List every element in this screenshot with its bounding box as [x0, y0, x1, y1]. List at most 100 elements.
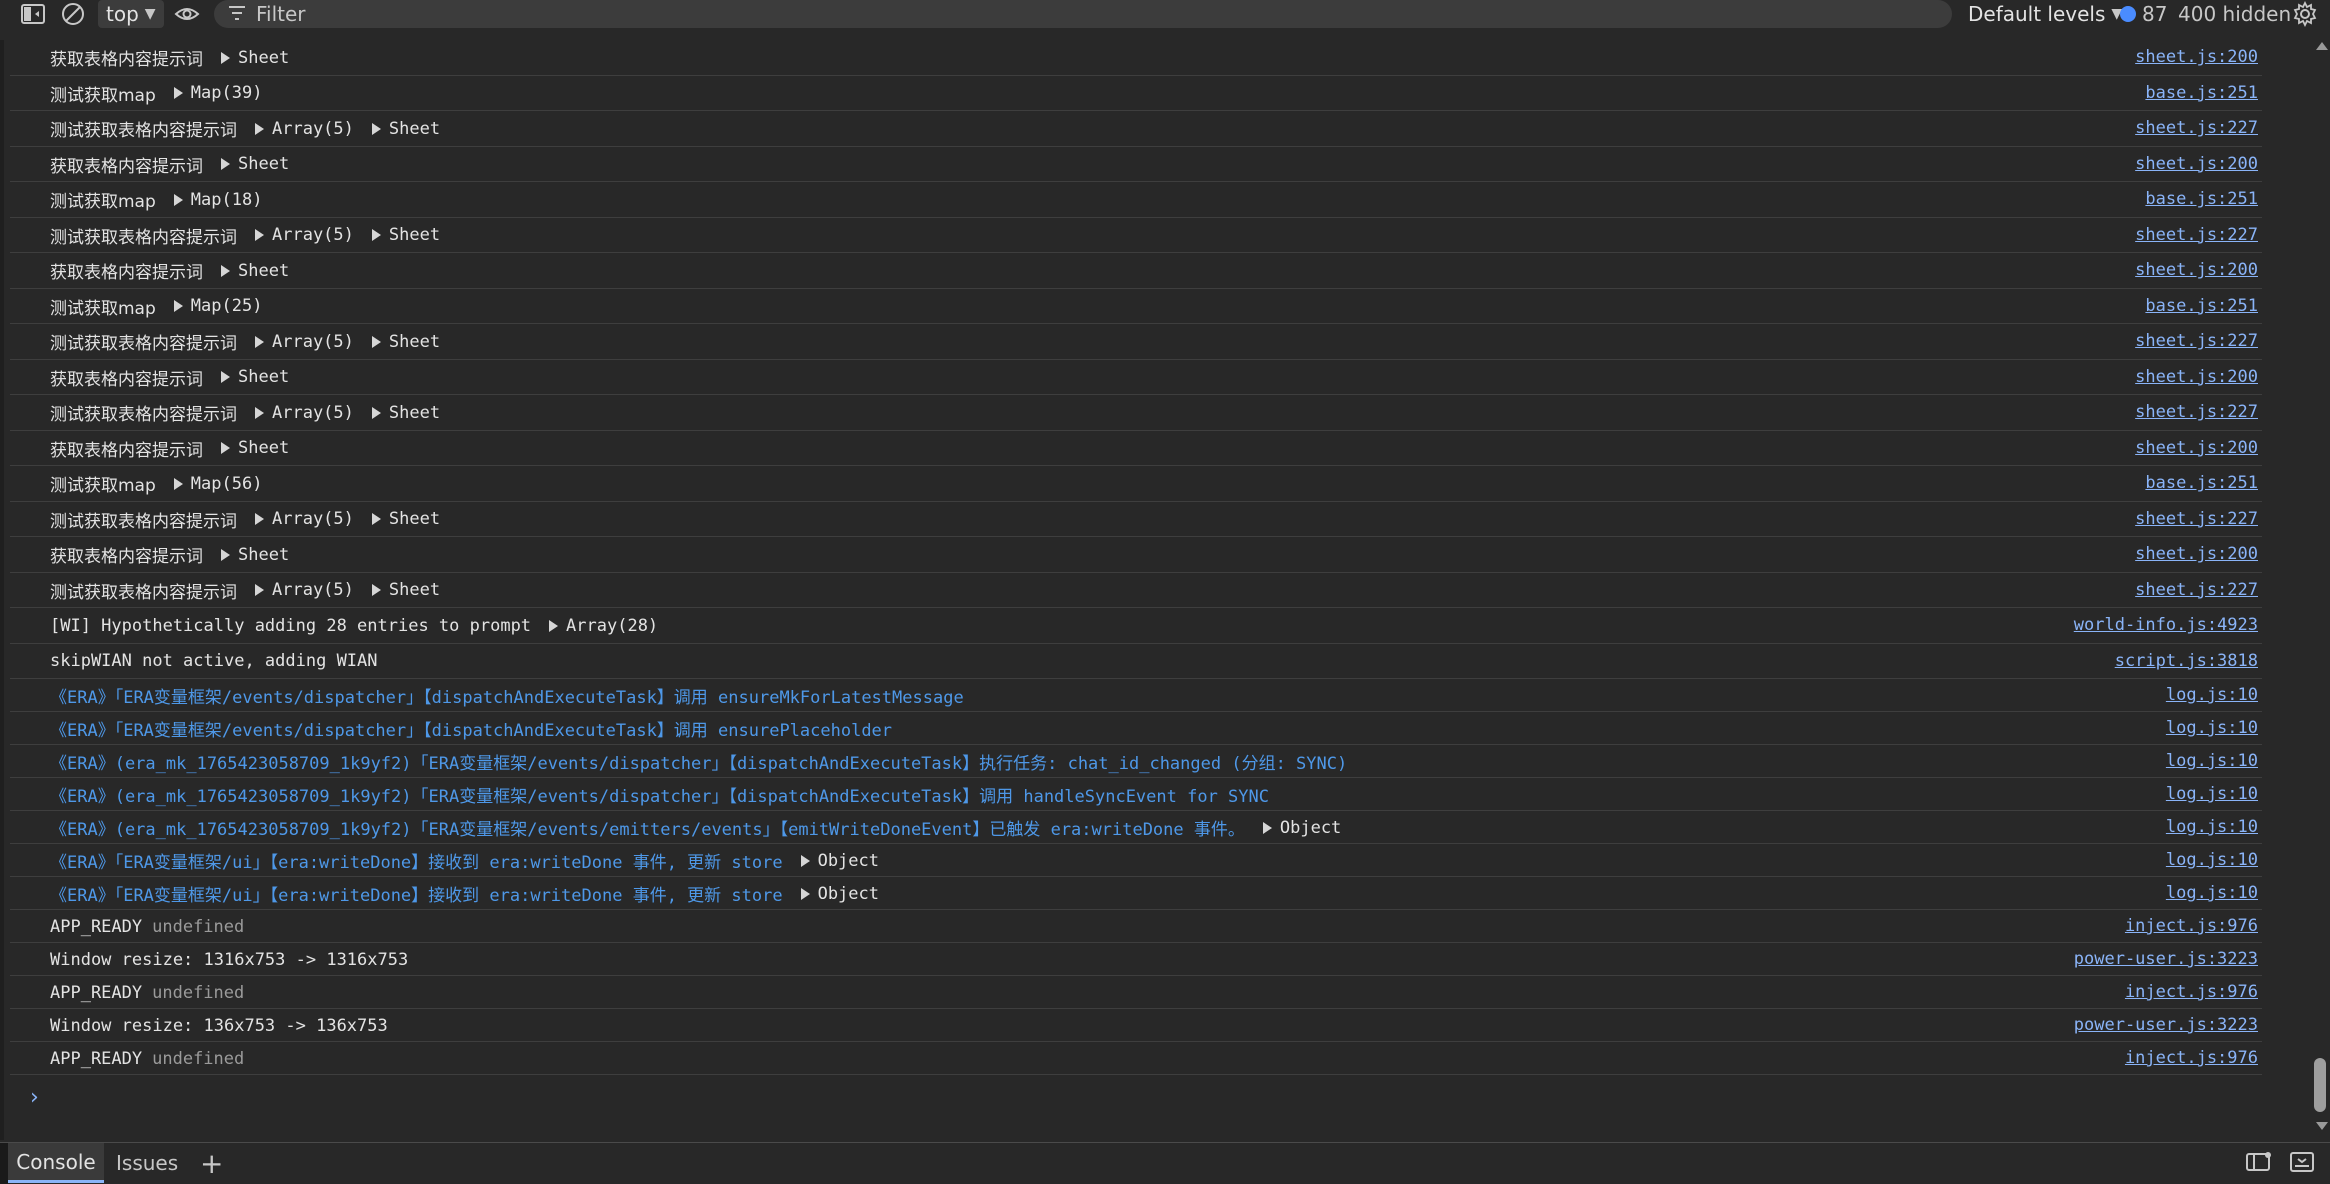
log-row: Window resize: 136x753 -> 136x753 power-u… [10, 1009, 2262, 1042]
context-label: top [106, 2, 139, 26]
log-message: APP_READY undefined [50, 910, 244, 943]
log-row: 测试获取表格内容提示词 Array(5) Sheet sheet.js:227 [10, 111, 2262, 147]
expandable-object[interactable]: Sheet [371, 119, 440, 139]
source-link[interactable]: sheet.js:227 [2135, 402, 2258, 422]
gear-icon[interactable] [2290, 0, 2320, 28]
object-preview-label: Array(28) [566, 615, 659, 636]
add-tab-button[interactable]: + [200, 1143, 223, 1183]
scroll-up-arrow[interactable] [2316, 42, 2328, 50]
source-link[interactable]: sheet.js:200 [2135, 154, 2258, 174]
expandable-object[interactable]: Sheet [221, 367, 289, 387]
source-link[interactable]: sheet.js:200 [2135, 367, 2258, 387]
source-link[interactable]: base.js:251 [2145, 473, 2258, 493]
source-link[interactable]: sheet.js:227 [2135, 331, 2258, 351]
log-row: Window resize: 1316x753 -> 1316x753 power… [10, 943, 2262, 976]
expandable-object[interactable]: Sheet [221, 261, 289, 281]
source-link[interactable]: base.js:251 [2145, 189, 2258, 209]
expandable-object[interactable]: Object [800, 850, 879, 871]
expandable-object[interactable]: Sheet [221, 545, 289, 565]
log-message-text: skipWIAN not active, adding WIAN [50, 651, 378, 672]
expandable-object[interactable]: Array(5) [255, 332, 354, 352]
source-link[interactable]: sheet.js:200 [2135, 260, 2258, 280]
tab-issues[interactable]: Issues [116, 1143, 178, 1183]
expandable-object[interactable]: Map(56) [173, 473, 263, 494]
source-link[interactable]: sheet.js:200 [2135, 438, 2258, 458]
source-link[interactable]: base.js:251 [2145, 83, 2258, 103]
object-preview-label: Array(5) [272, 225, 354, 246]
log-row: 测试获取map Map(39) base.js:251 [10, 76, 2262, 111]
source-link[interactable]: log.js:10 [2166, 751, 2258, 771]
scrollbar-thumb[interactable] [2314, 1058, 2326, 1112]
close-drawer-icon[interactable] [2290, 1151, 2314, 1178]
log-row: 测试获取表格内容提示词 Array(5) Sheet sheet.js:227 [10, 502, 2262, 537]
source-link[interactable]: log.js:10 [2166, 718, 2258, 738]
expandable-object[interactable]: Map(39) [173, 83, 262, 103]
source-link[interactable]: power-user.js:3223 [2074, 1015, 2258, 1035]
expandable-object[interactable]: Array(5) [255, 225, 354, 245]
expandable-object[interactable]: Map(18) [173, 189, 263, 210]
sidebar-toggle-icon[interactable] [20, 0, 46, 28]
log-row: 测试获取map Map(56) base.js:251 [10, 466, 2262, 502]
source-link[interactable]: log.js:10 [2166, 784, 2258, 804]
expandable-object[interactable]: Sheet [221, 438, 289, 458]
issues-counter[interactable]: 87 [2120, 0, 2167, 28]
source-link[interactable]: script.js:3818 [2115, 651, 2258, 671]
expandable-object[interactable]: Array(5) [255, 509, 354, 529]
scroll-down-arrow[interactable] [2316, 1122, 2328, 1130]
expandable-object[interactable]: Sheet [371, 509, 441, 530]
expandable-object[interactable]: Sheet [221, 154, 289, 174]
object-preview-label: Map(56) [190, 473, 263, 494]
source-link[interactable]: sheet.js:200 [2135, 47, 2258, 67]
object-preview-label: Object [817, 850, 879, 871]
expandable-object[interactable]: Array(5) [255, 403, 354, 423]
log-message-text: APP_READY [50, 1048, 143, 1069]
source-link[interactable]: inject.js:976 [2125, 916, 2258, 936]
expandable-object[interactable]: Sheet [221, 48, 289, 68]
context-selector[interactable]: top ▼ [98, 0, 164, 28]
dock-side-icon[interactable] [2246, 1151, 2272, 1178]
source-link[interactable]: base.js:251 [2145, 296, 2258, 316]
source-link[interactable]: sheet.js:227 [2135, 580, 2258, 600]
log-message-text: [WI] Hypothetically adding 28 entries to… [50, 615, 532, 636]
source-link[interactable]: sheet.js:200 [2135, 544, 2258, 564]
filter-input[interactable] [254, 1, 1858, 27]
source-link[interactable]: sheet.js:227 [2135, 118, 2258, 138]
source-link[interactable]: log.js:10 [2166, 817, 2258, 837]
log-message-text: 获取表格内容提示词 [50, 50, 203, 71]
source-link[interactable]: inject.js:976 [2125, 982, 2258, 1002]
expandable-object[interactable]: Sheet [371, 403, 440, 423]
source-link[interactable]: log.js:10 [2166, 685, 2258, 705]
object-preview-label: Sheet [388, 509, 441, 530]
log-message: 测试获取表格内容提示词 Array(5) Sheet [50, 218, 440, 254]
expandable-object[interactable]: Sheet [371, 580, 440, 600]
source-link[interactable]: inject.js:976 [2125, 1048, 2258, 1068]
expandable-object[interactable]: Sheet [371, 332, 440, 352]
object-preview-label: Map(18) [190, 189, 263, 210]
console-prompt[interactable]: › [30, 1085, 39, 1110]
live-expression-eye-icon[interactable] [172, 0, 202, 28]
log-message-text: 《ERA》(era_mk_1765423058709_1k9yf2)「ERA变量… [50, 787, 1269, 807]
expandable-object[interactable]: Map(25) [173, 296, 262, 316]
log-row: 《ERA》(era_mk_1765423058709_1k9yf2)「ERA变量… [10, 811, 2262, 844]
source-link[interactable]: sheet.js:227 [2135, 225, 2258, 245]
object-preview-label: Sheet [238, 154, 290, 175]
source-link[interactable]: log.js:10 [2166, 850, 2258, 870]
expandable-object[interactable]: Object [800, 884, 879, 904]
expandable-object[interactable]: Sheet [371, 225, 440, 245]
expand-triangle-icon [800, 854, 810, 867]
log-message: 测试获取map Map(18) [50, 182, 262, 218]
expandable-object[interactable]: Array(5) [255, 119, 354, 139]
log-levels-dropdown[interactable]: Default levels ▼ [1968, 0, 2122, 28]
tab-console[interactable]: Console [8, 1143, 104, 1183]
log-message-text: 测试获取map [50, 85, 156, 106]
source-link[interactable]: sheet.js:227 [2135, 509, 2258, 529]
expandable-object[interactable]: Array(5) [255, 580, 354, 600]
source-link[interactable]: log.js:10 [2166, 883, 2258, 903]
source-link[interactable]: power-user.js:3223 [2074, 949, 2258, 969]
undefined-value: undefined [152, 982, 245, 1003]
clear-console-icon[interactable] [60, 0, 86, 28]
source-link[interactable]: world-info.js:4923 [2074, 615, 2258, 635]
log-message: 获取表格内容提示词 Sheet [50, 253, 289, 289]
expandable-object[interactable]: Object [1262, 818, 1341, 838]
expandable-object[interactable]: Array(28) [549, 616, 658, 636]
